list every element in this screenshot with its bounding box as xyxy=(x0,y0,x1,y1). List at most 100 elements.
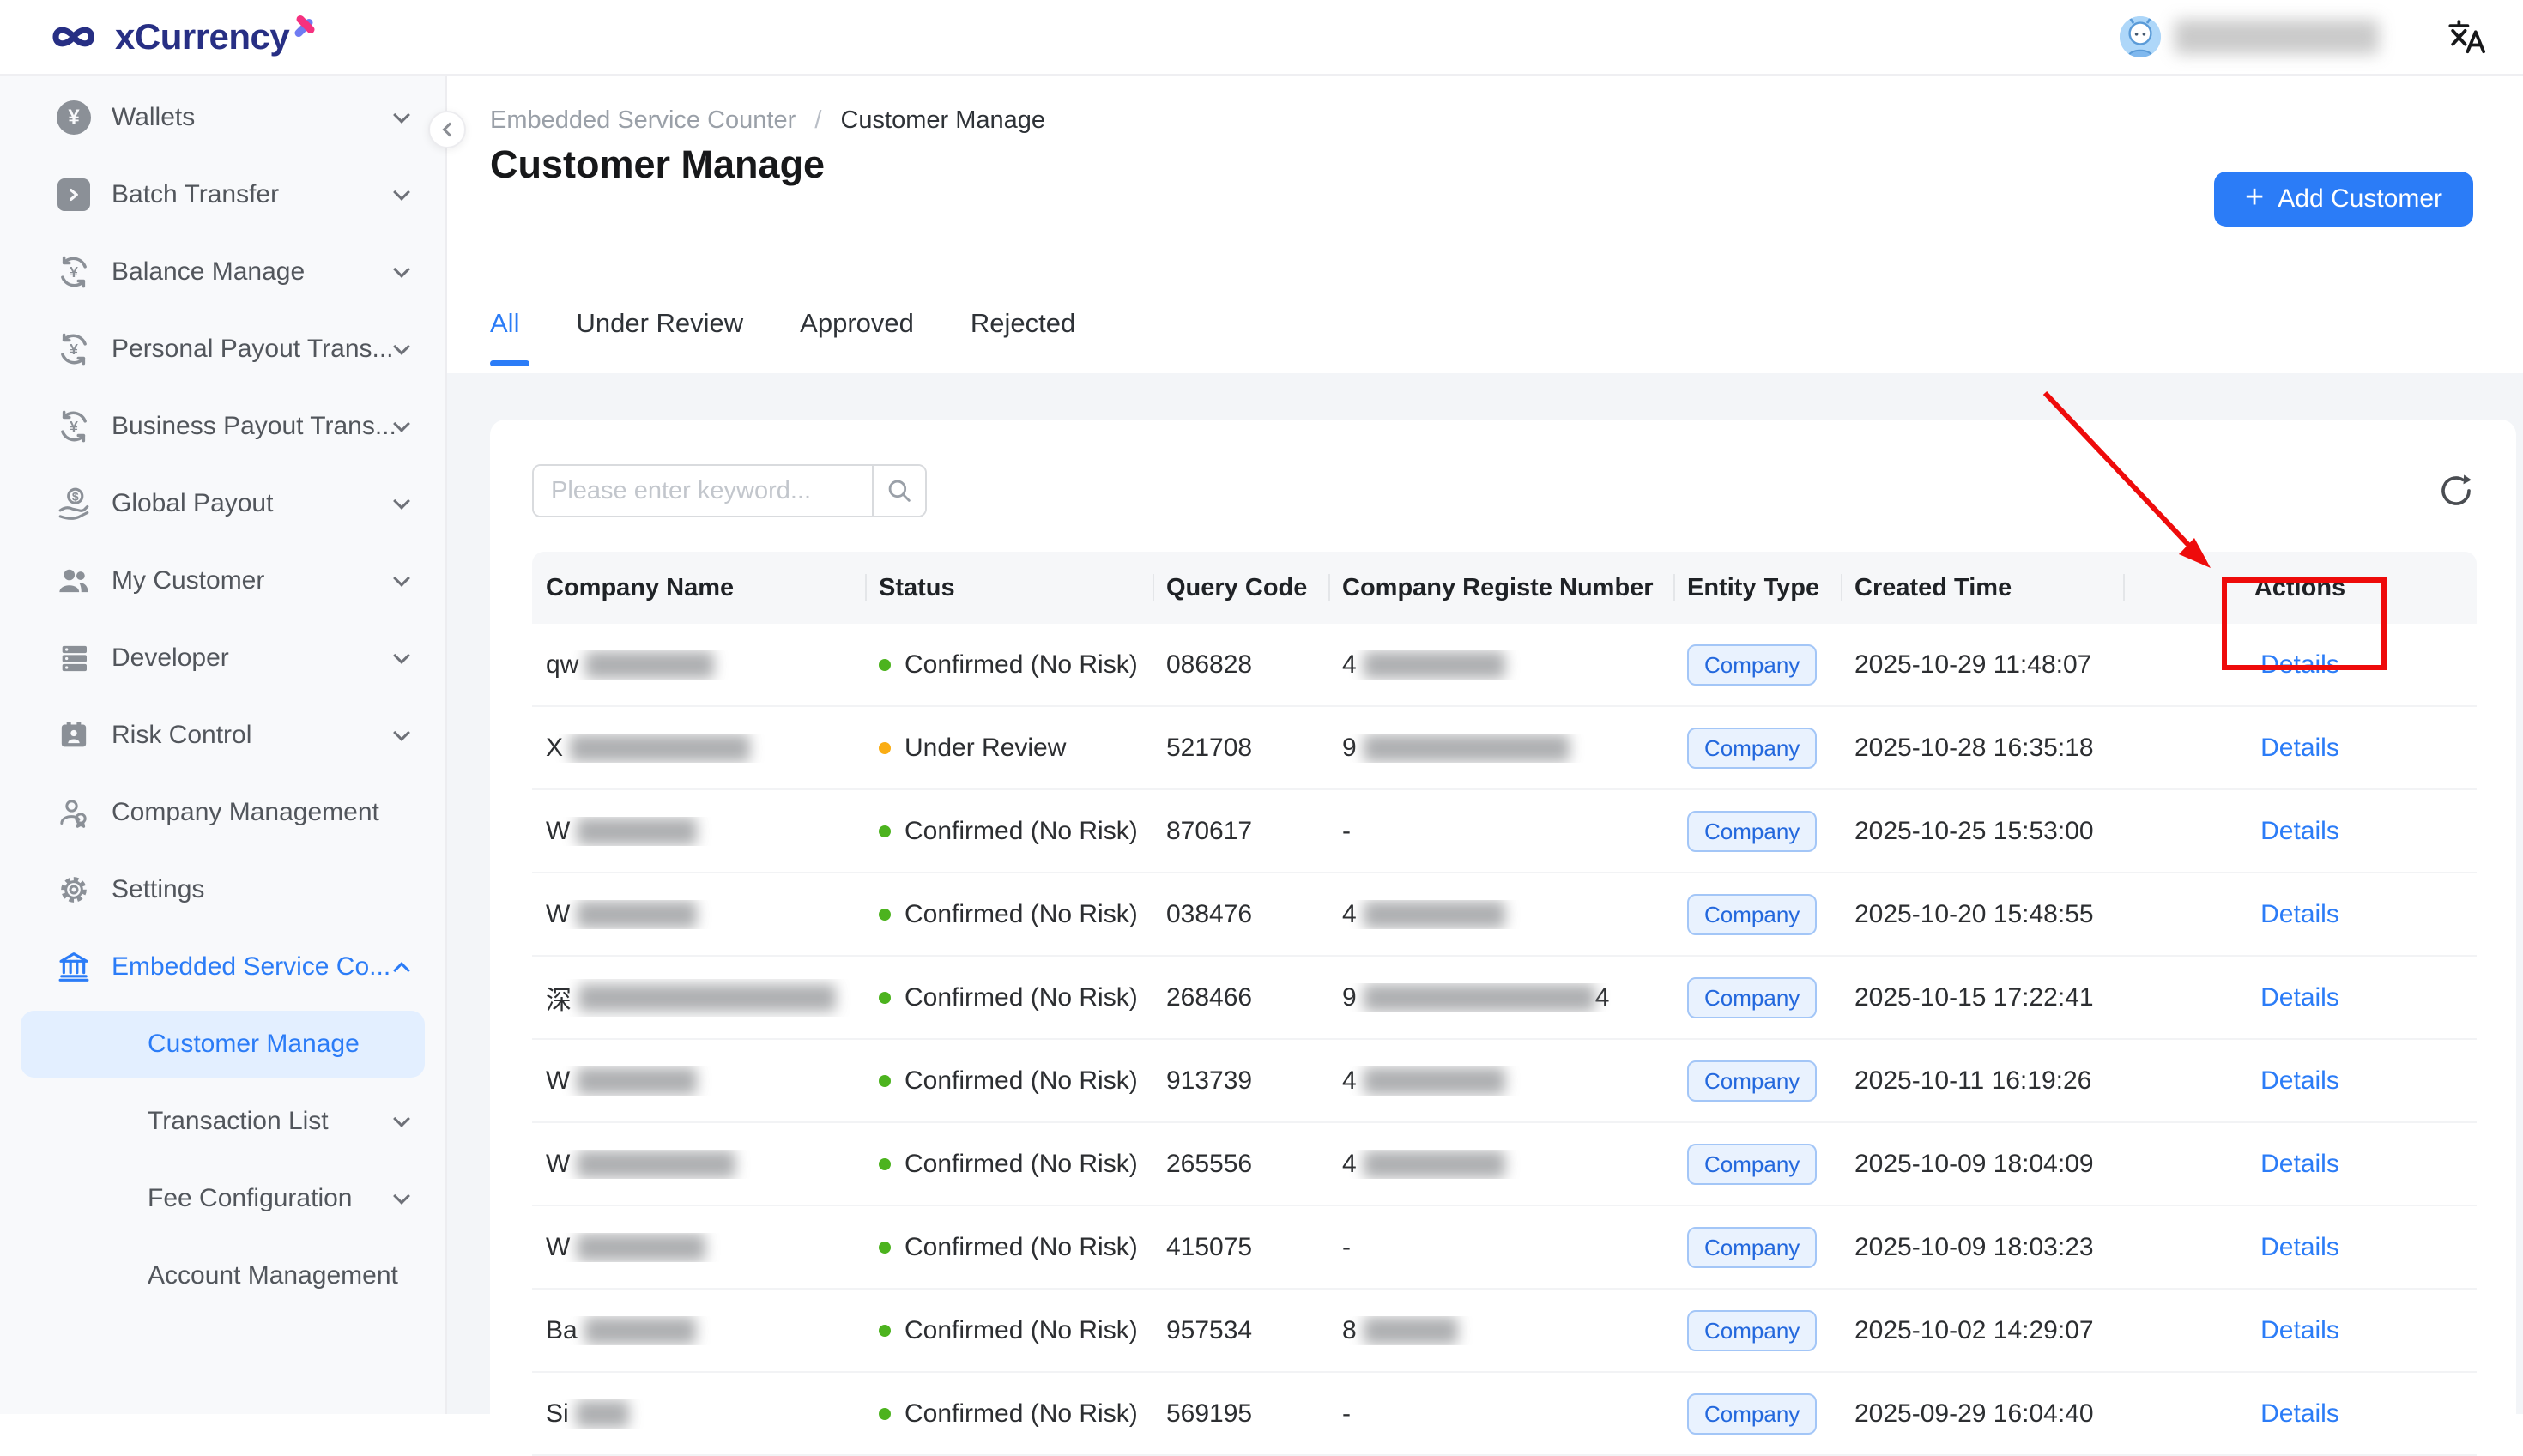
sidebar-item-transaction-list[interactable]: Transaction List xyxy=(0,1083,445,1160)
sidebar-item-business-payout[interactable]: ¥ Business Payout Trans... xyxy=(0,388,445,465)
language-switch-button[interactable] xyxy=(2446,16,2487,57)
registe-number-cell: - xyxy=(1328,817,1673,846)
details-link[interactable]: Details xyxy=(2260,1233,2339,1262)
entity-type-badge: Company xyxy=(1687,644,1817,686)
query-code-cell: 268466 xyxy=(1153,983,1328,1012)
breadcrumb-current: Customer Manage xyxy=(840,106,1045,134)
user-name-masked[interactable] xyxy=(2175,20,2379,54)
brand-logo[interactable]: xCurrency xyxy=(48,16,318,57)
query-code-cell: 038476 xyxy=(1153,900,1328,929)
registe-number-cell: 94 xyxy=(1328,983,1673,1012)
details-link[interactable]: Details xyxy=(2260,900,2339,929)
redacted-text xyxy=(1364,1317,1458,1344)
sidebar-item-personal-payout[interactable]: ¥ Personal Payout Trans... xyxy=(0,311,445,388)
chevron-down-icon xyxy=(393,724,410,741)
tab-under-review[interactable]: Under Review xyxy=(576,308,743,373)
redacted-text xyxy=(570,734,750,762)
registe-number-cell: 4 xyxy=(1328,900,1673,929)
details-link[interactable]: Details xyxy=(2260,734,2339,763)
sidebar-item-batch-transfer[interactable]: Batch Transfer xyxy=(0,156,445,233)
sidebar-item-company-management[interactable]: Company Management xyxy=(0,774,445,851)
entity-type-badge: Company xyxy=(1687,1060,1817,1102)
wallet-icon: ¥ xyxy=(55,99,93,136)
avatar[interactable] xyxy=(2120,16,2161,57)
column-created-time: Created Time xyxy=(1841,552,2123,624)
query-code-cell: 521708 xyxy=(1153,734,1328,763)
company-name-cell: W xyxy=(532,1150,865,1179)
redacted-text xyxy=(1364,734,1570,762)
status-cell: Confirmed (No Risk) xyxy=(865,650,1153,680)
registe-number-cell: 8 xyxy=(1328,1316,1673,1345)
sidebar-item-fee-configuration[interactable]: Fee Configuration xyxy=(0,1160,445,1237)
sidebar-collapse-button[interactable] xyxy=(428,111,466,148)
redacted-text xyxy=(577,901,697,928)
actions-cell: Details xyxy=(2123,1233,2477,1262)
actions-cell: Details xyxy=(2123,734,2477,763)
sidebar-item-balance-manage[interactable]: ¥ Balance Manage xyxy=(0,233,445,311)
status-dot xyxy=(879,1325,891,1337)
entity-type-badge: Company xyxy=(1687,811,1817,852)
sidebar-item-global-payout[interactable]: $ Global Payout xyxy=(0,465,445,542)
sidebar-item-account-management[interactable]: Account Management xyxy=(0,1237,445,1314)
redacted-text xyxy=(577,1067,697,1095)
entity-type-badge: Company xyxy=(1687,1144,1817,1185)
details-link[interactable]: Details xyxy=(2260,1316,2339,1345)
entity-type-cell: Company xyxy=(1673,644,1841,686)
search-input[interactable] xyxy=(534,466,872,516)
chevron-left-icon xyxy=(443,123,457,137)
sidebar-item-embedded-service-counter[interactable]: Embedded Service Co... xyxy=(0,928,445,1006)
entity-type-cell: Company xyxy=(1673,1144,1841,1185)
actions-cell: Details xyxy=(2123,983,2477,1012)
column-actions: Actions xyxy=(2123,552,2477,624)
status-dot xyxy=(879,659,891,671)
sidebar-item-my-customer[interactable]: My Customer xyxy=(0,542,445,619)
registe-number-cell: 9 xyxy=(1328,734,1673,763)
tab-approved[interactable]: Approved xyxy=(800,308,914,373)
status-cell: Confirmed (No Risk) xyxy=(865,1233,1153,1262)
details-link[interactable]: Details xyxy=(2260,650,2339,680)
tab-all[interactable]: All xyxy=(490,308,519,373)
sidebar-item-developer[interactable]: Developer xyxy=(0,619,445,697)
refresh-button[interactable] xyxy=(2435,470,2477,511)
registe-number-cell: - xyxy=(1328,1233,1673,1262)
table-row: W Confirmed (No Risk) 265556 4 Company 2… xyxy=(532,1123,2477,1206)
add-customer-button[interactable]: + Add Customer xyxy=(2214,172,2473,227)
created-time-cell: 2025-10-15 17:22:41 xyxy=(1841,983,2123,1012)
refresh-icon xyxy=(2439,474,2473,508)
chevron-down-icon xyxy=(393,492,410,510)
sidebar-item-settings[interactable]: Settings xyxy=(0,851,445,928)
entity-type-badge: Company xyxy=(1687,1227,1817,1268)
table-row: W Confirmed (No Risk) 415075 - Company 2… xyxy=(532,1206,2477,1290)
table-row: W Confirmed (No Risk) 038476 4 Company 2… xyxy=(532,873,2477,957)
personal-payout-icon: ¥ xyxy=(55,330,93,368)
sidebar-item-wallets[interactable]: ¥ Wallets xyxy=(0,79,445,156)
search-button[interactable] xyxy=(872,466,925,516)
entity-type-badge: Company xyxy=(1687,894,1817,935)
column-status: Status xyxy=(865,552,1153,624)
sidebar-item-risk-control[interactable]: Risk Control xyxy=(0,697,445,774)
created-time-cell: 2025-10-02 14:29:07 xyxy=(1841,1316,2123,1345)
business-payout-icon: ¥ xyxy=(55,408,93,445)
breadcrumb-parent[interactable]: Embedded Service Counter xyxy=(490,106,796,134)
details-link[interactable]: Details xyxy=(2260,1066,2339,1096)
chevron-down-icon xyxy=(393,570,410,587)
app-header: xCurrency xyxy=(0,0,2523,76)
status-dot xyxy=(879,1158,891,1170)
entity-type-cell: Company xyxy=(1673,1060,1841,1102)
status-tabs: All Under Review Approved Rejected xyxy=(490,308,1132,373)
tab-rejected[interactable]: Rejected xyxy=(971,308,1075,373)
created-time-cell: 2025-10-29 11:48:07 xyxy=(1841,650,2123,680)
company-name-cell: qw xyxy=(532,650,865,680)
table-header: Company Name Status Query Code Company R… xyxy=(532,552,2477,624)
table-row: qw Confirmed (No Risk) 086828 4 Company … xyxy=(532,624,2477,707)
sidebar-item-customer-manage[interactable]: Customer Manage xyxy=(21,1011,425,1078)
details-link[interactable]: Details xyxy=(2260,1150,2339,1179)
details-link[interactable]: Details xyxy=(2260,983,2339,1012)
registe-number-cell: 4 xyxy=(1328,1066,1673,1096)
company-name-cell: W xyxy=(532,1233,865,1262)
status-dot xyxy=(879,825,891,837)
redacted-text xyxy=(577,818,697,845)
chevron-down-icon xyxy=(393,184,410,201)
details-link[interactable]: Details xyxy=(2260,817,2339,846)
company-management-icon xyxy=(55,794,93,831)
